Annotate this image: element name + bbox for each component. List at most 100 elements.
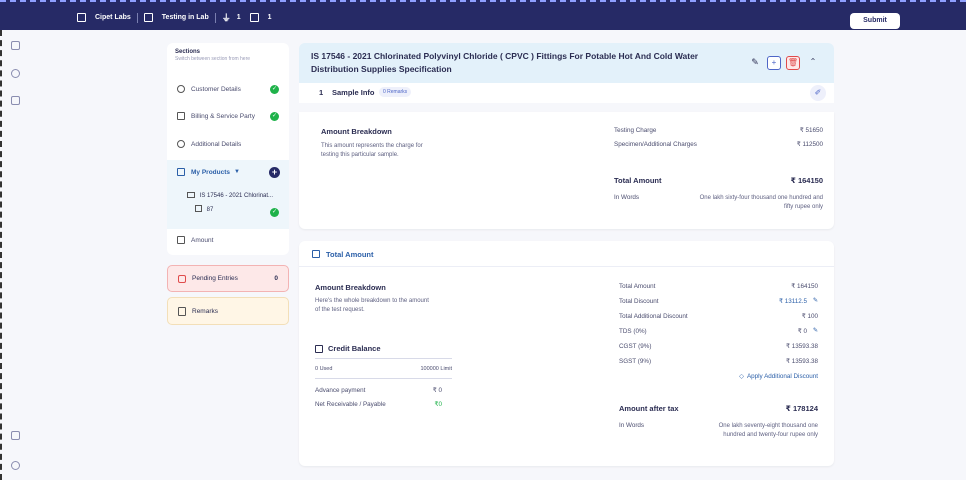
top-bar: Cipet Labs Testing in Lab ⏚ 1 1 Submit	[0, 0, 966, 30]
remarks-label: Remarks	[192, 307, 219, 315]
gear-icon[interactable]	[11, 461, 20, 470]
section-amount[interactable]: Amount	[167, 229, 289, 251]
total-amount-title: Total Amount	[326, 250, 374, 259]
total-row-label: Total Amount	[619, 283, 656, 290]
amount-description: Here's the whole breakdown to the amount…	[315, 298, 429, 313]
check-icon: ✓	[270, 84, 279, 94]
in-words-value: One lakh seventy-eight thousand one hund…	[718, 423, 818, 438]
edit-discount-icon[interactable]: ✎	[813, 297, 818, 304]
section-label: Amount	[191, 236, 214, 244]
pending-count: 0	[274, 275, 278, 282]
sample-info-bar: 1 Sample Info 0 Remarks ✐	[299, 83, 834, 103]
additional-discount-label: Total Additional Discount	[619, 313, 688, 320]
discount-row-label: Total Discount	[619, 298, 659, 305]
flask-icon	[177, 168, 185, 176]
remarks-button[interactable]: Remarks	[167, 297, 289, 325]
check-icon: ✓	[270, 208, 279, 217]
net-receivable-label: Net Receivable / Payable	[315, 401, 386, 408]
tag-icon: ◇	[739, 373, 744, 380]
users-icon[interactable]	[11, 69, 20, 78]
remarks-badge[interactable]: 0 Remarks	[379, 87, 412, 97]
discount-row-value: ₹ 13112.5	[778, 298, 807, 305]
net-receivable-value: ₹0	[434, 401, 442, 408]
divider	[136, 12, 138, 23]
section-label: Billing & Service Party	[191, 112, 255, 120]
total-amount-header: Total Amount	[299, 241, 834, 267]
additional-discount-value: ₹ 100	[801, 313, 818, 320]
collapse-icon[interactable]: ⌃	[806, 56, 820, 70]
calendar-icon	[249, 13, 259, 22]
user-circle-icon	[177, 85, 185, 93]
pending-entries-button[interactable]: Pending Entries 0	[167, 265, 289, 292]
in-words-label: In Words	[619, 422, 645, 429]
sgst-label: SGST (9%)	[619, 358, 652, 365]
sections-panel: Sections Switch between section from her…	[167, 43, 289, 255]
tree-sample-item[interactable]: 87	[195, 205, 213, 213]
add-button[interactable]: +	[767, 56, 781, 70]
pending-label: Pending Entries	[192, 275, 238, 282]
specimen-label: Specimen/Additional Charges	[614, 141, 697, 148]
total-amount-card: Total Amount Amount Breakdown Here's the…	[299, 241, 834, 466]
receipt-icon	[312, 250, 320, 258]
status-icon	[143, 13, 153, 22]
testing-charge-label: Testing Charge	[614, 127, 657, 134]
product-tree: IS 17546 - 2021 Chlorinat... 87 ✓	[167, 184, 289, 229]
sgst-value: ₹ 13593.38	[785, 358, 818, 365]
edit-tds-icon[interactable]: ✎	[813, 327, 818, 334]
tds-label: TDS (0%)	[619, 328, 647, 335]
pencil-icon[interactable]: ✎	[748, 56, 762, 70]
section-label: Additional Details	[191, 140, 242, 148]
amount-description: This amount represents the charge for te…	[321, 143, 423, 158]
section-label: Customer Details	[191, 85, 241, 93]
divider	[315, 358, 452, 359]
in-words-value: One lakh sixty-four thousand one hundred…	[699, 195, 823, 210]
in-words-label: In Words	[614, 194, 640, 201]
building-icon	[77, 13, 86, 22]
apply-discount-link[interactable]: ◇ Apply Additional Discount	[739, 373, 818, 380]
sample-number: 1	[319, 88, 324, 97]
document-icon[interactable]	[11, 431, 20, 440]
after-tax-value: ₹ 178124	[785, 404, 818, 413]
sections-subtitle: Switch between section from here	[175, 56, 251, 62]
credit-progress-bar	[315, 378, 452, 379]
section-customer-details[interactable]: Customer Details ✓	[167, 78, 289, 100]
info-icon	[177, 140, 185, 148]
credit-title: Credit Balance	[328, 344, 381, 353]
total-amount-value: ₹ 164150	[790, 176, 823, 185]
total-amount-label: Total Amount	[614, 176, 662, 185]
product-title: IS 17546 - 2021 Chlorinated Polyvinyl Ch…	[311, 51, 699, 74]
sample-amount-card: Amount Breakdown This amount represents …	[299, 112, 834, 229]
section-additional-details[interactable]: Additional Details	[167, 133, 289, 155]
truck-icon	[177, 112, 185, 120]
add-product-button[interactable]: +	[269, 166, 280, 178]
testing-charge-value: ₹ 51650	[799, 127, 823, 134]
divider	[214, 12, 216, 23]
org-name[interactable]: Cipet Labs	[95, 14, 131, 21]
tree-product-item[interactable]: IS 17546 - 2021 Chlorinat...	[187, 192, 273, 199]
document-icon	[195, 205, 202, 212]
submit-button[interactable]: Submit	[850, 13, 900, 29]
receipt-icon	[177, 236, 185, 244]
tree-sample-label: 87	[206, 207, 214, 213]
notes-icon	[178, 306, 186, 316]
products-count: 1	[236, 14, 241, 21]
sample-label: Sample Info	[332, 88, 375, 97]
wallet-icon	[315, 345, 323, 353]
cgst-label: CGST (9%)	[619, 343, 652, 350]
tds-value: ₹ 0	[797, 328, 807, 335]
amount-breakdown-heading: Amount Breakdown	[321, 127, 392, 136]
folder-icon	[187, 192, 195, 198]
grid-icon[interactable]	[11, 41, 20, 50]
chevron-down-icon[interactable]: ▼	[234, 169, 240, 175]
tree-product-label: IS 17546 - 2021 Chlorinat...	[199, 193, 274, 199]
section-my-products[interactable]: My Products ▼ +	[167, 160, 289, 184]
edit-sample-icon[interactable]: ✐	[810, 85, 826, 101]
flask-icon: ⏚	[221, 13, 231, 23]
delete-icon[interactable]: 🗑	[786, 56, 800, 70]
credit-limit: 100000 Limit	[420, 366, 453, 372]
advance-payment-label: Advance payment	[315, 387, 366, 394]
product-header: IS 17546 - 2021 Chlorinated Polyvinyl Ch…	[299, 43, 834, 83]
section-billing[interactable]: Billing & Service Party ✓	[167, 105, 289, 127]
advance-payment-value: ₹ 0	[432, 387, 442, 394]
search-users-icon[interactable]	[11, 96, 20, 105]
